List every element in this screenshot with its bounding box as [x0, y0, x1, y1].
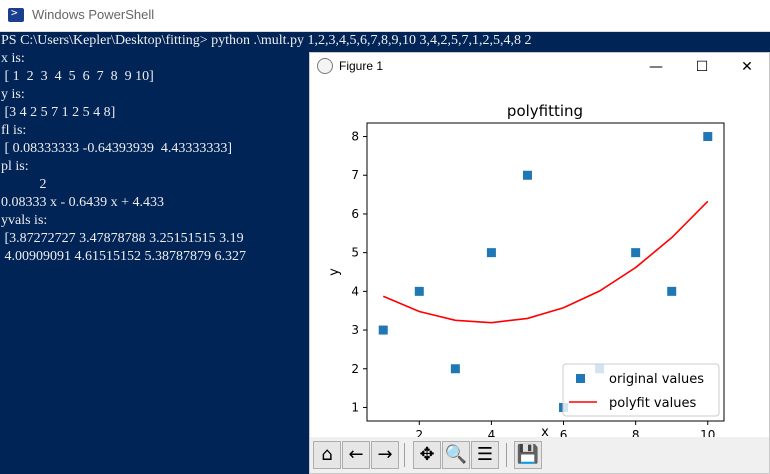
- y-tick-label: 8: [351, 130, 359, 144]
- data-point: [667, 286, 677, 296]
- x-tick-label: 10: [700, 428, 715, 437]
- close-button[interactable]: ✕: [724, 53, 770, 81]
- home-button[interactable]: ⌂: [313, 441, 341, 469]
- legend: original values polyfit values: [562, 363, 720, 417]
- console-line: y is:: [1, 87, 25, 102]
- console-line: 0.08333 x - 0.6439 x + 4.433: [1, 195, 165, 210]
- console-line: [3.87272727 3.47878788 3.25151515 3.19: [1, 231, 244, 246]
- data-point: [703, 132, 713, 142]
- matplotlib-icon: [317, 58, 333, 74]
- toolbar-separator: [404, 443, 405, 467]
- y-axis-label: y: [327, 268, 342, 276]
- toolbar-separator: [506, 443, 507, 467]
- maximize-button[interactable]: ☐: [679, 53, 725, 81]
- figure-title: Figure 1: [339, 59, 384, 73]
- legend-marker-original: [576, 374, 585, 383]
- y-tick-label: 1: [351, 400, 359, 414]
- console-line: [ 1 2 3 4 5 6 7 8 9 10]: [1, 69, 154, 84]
- data-point: [414, 286, 424, 296]
- configure-subplots-button[interactable]: ☰: [471, 441, 499, 469]
- y-tick-label: 2: [351, 362, 359, 376]
- console-line: 4.00909091 4.61515152 5.38787879 6.327: [1, 249, 247, 264]
- x-tick-label: 2: [415, 428, 423, 437]
- chart-title: polyfitting: [507, 102, 583, 120]
- console-line: [3 4 2 5 7 1 2 5 4 8]: [1, 105, 116, 120]
- zoom-button[interactable]: 🔍: [442, 441, 470, 469]
- save-button[interactable]: 💾: [514, 441, 542, 469]
- console-line: x is:: [1, 51, 25, 66]
- figure-window: Figure 1 — ☐ ✕ polyfitting 2 4 6 8 10 123456…: [309, 52, 770, 474]
- powershell-icon: [8, 6, 24, 22]
- console-line: fl is:: [1, 123, 27, 138]
- x-axis-label: x: [541, 425, 549, 437]
- data-point: [450, 364, 460, 374]
- x-tick-label: 8: [632, 428, 640, 437]
- console-line: PS C:\Users\Kepler\Desktop\fitting> pyth…: [1, 33, 532, 48]
- back-button[interactable]: ←: [342, 441, 370, 469]
- figure-titlebar[interactable]: Figure 1 — ☐ ✕: [310, 53, 769, 81]
- y-tick-label: 7: [351, 168, 359, 182]
- console-line: [ 0.08333333 -0.64393939 4.43333333]: [1, 141, 233, 156]
- y-tick-label: 6: [351, 207, 359, 221]
- figure-toolbar: ⌂ ← → ✥ 🔍 ☰ 💾: [310, 437, 769, 473]
- y-tick-label: 5: [351, 246, 359, 260]
- pan-button[interactable]: ✥: [413, 441, 441, 469]
- chart-canvas[interactable]: polyfitting 2 4 6 8 10 12345678 x y original…: [310, 81, 769, 437]
- data-point: [631, 248, 641, 258]
- y-tick-label: 4: [351, 284, 359, 298]
- forward-button[interactable]: →: [371, 441, 399, 469]
- console-line: pl is:: [1, 159, 29, 174]
- console-line: yvals is:: [1, 213, 48, 228]
- data-point: [486, 248, 496, 258]
- y-tick-label: 3: [351, 323, 359, 337]
- data-point: [522, 170, 532, 180]
- powershell-title: Windows PowerShell: [32, 7, 155, 22]
- x-tick-label: 4: [488, 428, 496, 437]
- powershell-titlebar[interactable]: Windows PowerShell: [0, 0, 770, 32]
- legend-label-original: original values: [609, 372, 704, 387]
- data-point: [378, 325, 388, 335]
- console-line: 2: [1, 177, 47, 192]
- minimize-button[interactable]: —: [633, 53, 679, 81]
- x-tick-label: 6: [560, 428, 568, 437]
- legend-label-polyfit: polyfit values: [609, 396, 696, 411]
